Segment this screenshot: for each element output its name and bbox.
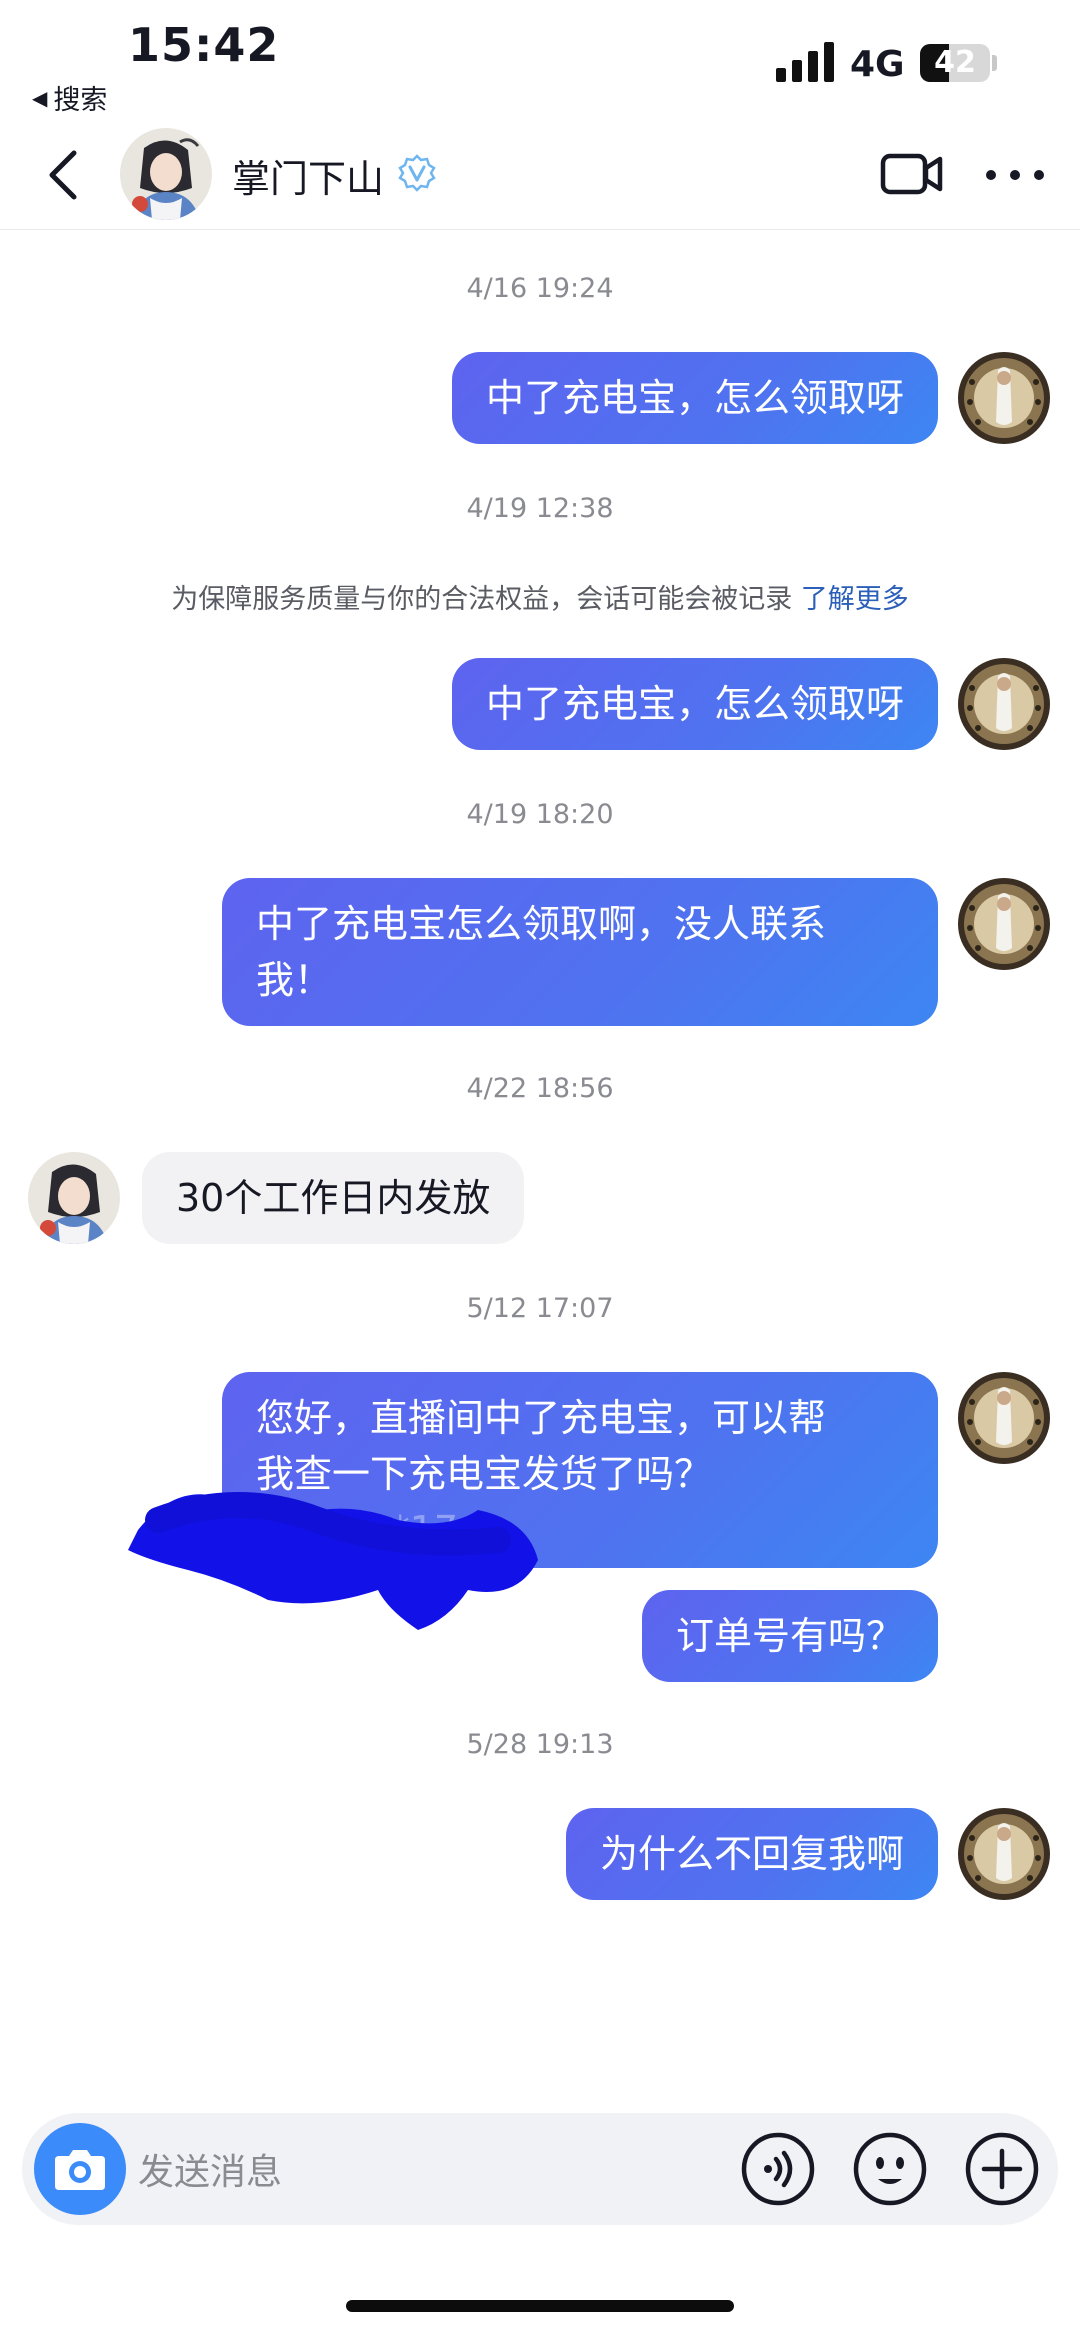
privacy-notice-text: 为保障服务质量与你的合法权益，会话可能会被记录	[171, 584, 793, 615]
battery-level: 42	[934, 45, 976, 80]
contact-avatar[interactable]	[120, 128, 212, 220]
learn-more-link[interactable]: 了解更多	[801, 584, 909, 615]
outgoing-message[interactable]: 中了充电宝，怎么领取呀	[451, 352, 938, 444]
outgoing-message[interactable]: 订单号有吗？	[641, 1590, 938, 1682]
back-button[interactable]	[36, 142, 92, 208]
outgoing-message[interactable]: 中了充电宝怎么领取啊，没人联系 我！	[222, 878, 938, 1026]
signal-icon	[776, 42, 834, 82]
my-avatar[interactable]	[958, 1808, 1050, 1900]
timestamp: 4/16 19:24	[466, 273, 614, 304]
plus-icon[interactable]	[964, 2131, 1040, 2207]
my-avatar[interactable]	[958, 352, 1050, 444]
back-app-label: 搜索	[53, 85, 108, 116]
chat-header: 掌门下山	[0, 120, 1080, 230]
message-line: 我！	[256, 958, 333, 1002]
message-input[interactable]: 发送消息	[138, 2143, 282, 2195]
back-to-app-link[interactable]: ◀ 搜索	[32, 78, 107, 117]
my-avatar[interactable]	[958, 878, 1050, 970]
battery-icon: 42	[920, 44, 990, 82]
home-indicator	[346, 2300, 734, 2312]
incoming-message[interactable]: 30个工作日内发放	[142, 1152, 525, 1244]
privacy-notice: 为保障服务质量与你的合法权益，会话可能会被记录 了解更多	[0, 577, 1080, 616]
network-type: 4G	[850, 44, 905, 85]
message-input-bar: 发送消息	[22, 2113, 1058, 2225]
back-chevron-icon	[49, 150, 77, 200]
camera-button[interactable]	[34, 2123, 126, 2215]
my-avatar[interactable]	[958, 658, 1050, 750]
timestamp: 4/19 18:20	[466, 799, 614, 830]
timestamp: 4/19 12:38	[466, 493, 614, 524]
verified-icon	[398, 154, 436, 192]
my-avatar[interactable]	[958, 1372, 1050, 1464]
timestamp: 4/22 18:56	[466, 1073, 614, 1104]
status-time: 15:42	[128, 18, 280, 72]
back-triangle-icon: ◀	[32, 85, 48, 110]
redaction-scribble	[128, 1492, 538, 1630]
contact-name[interactable]: 掌门下山	[232, 148, 384, 203]
timestamp: 5/12 17:07	[466, 1293, 614, 1324]
camera-icon	[55, 2150, 105, 2190]
message-line: 中了充电宝怎么领取啊，没人联系	[256, 902, 827, 946]
more-icon[interactable]	[986, 150, 1044, 200]
emoji-icon[interactable]	[852, 2131, 928, 2207]
outgoing-message[interactable]: 中了充电宝，怎么领取呀	[451, 658, 938, 750]
voice-icon[interactable]	[740, 2131, 816, 2207]
message-line: 您好，直播间中了充电宝，可以帮	[256, 1396, 827, 1440]
contact-avatar[interactable]	[28, 1152, 120, 1244]
outgoing-message[interactable]: 为什么不回复我啊	[565, 1808, 938, 1900]
video-call-icon[interactable]	[880, 148, 944, 200]
timestamp: 5/28 19:13	[466, 1729, 614, 1760]
